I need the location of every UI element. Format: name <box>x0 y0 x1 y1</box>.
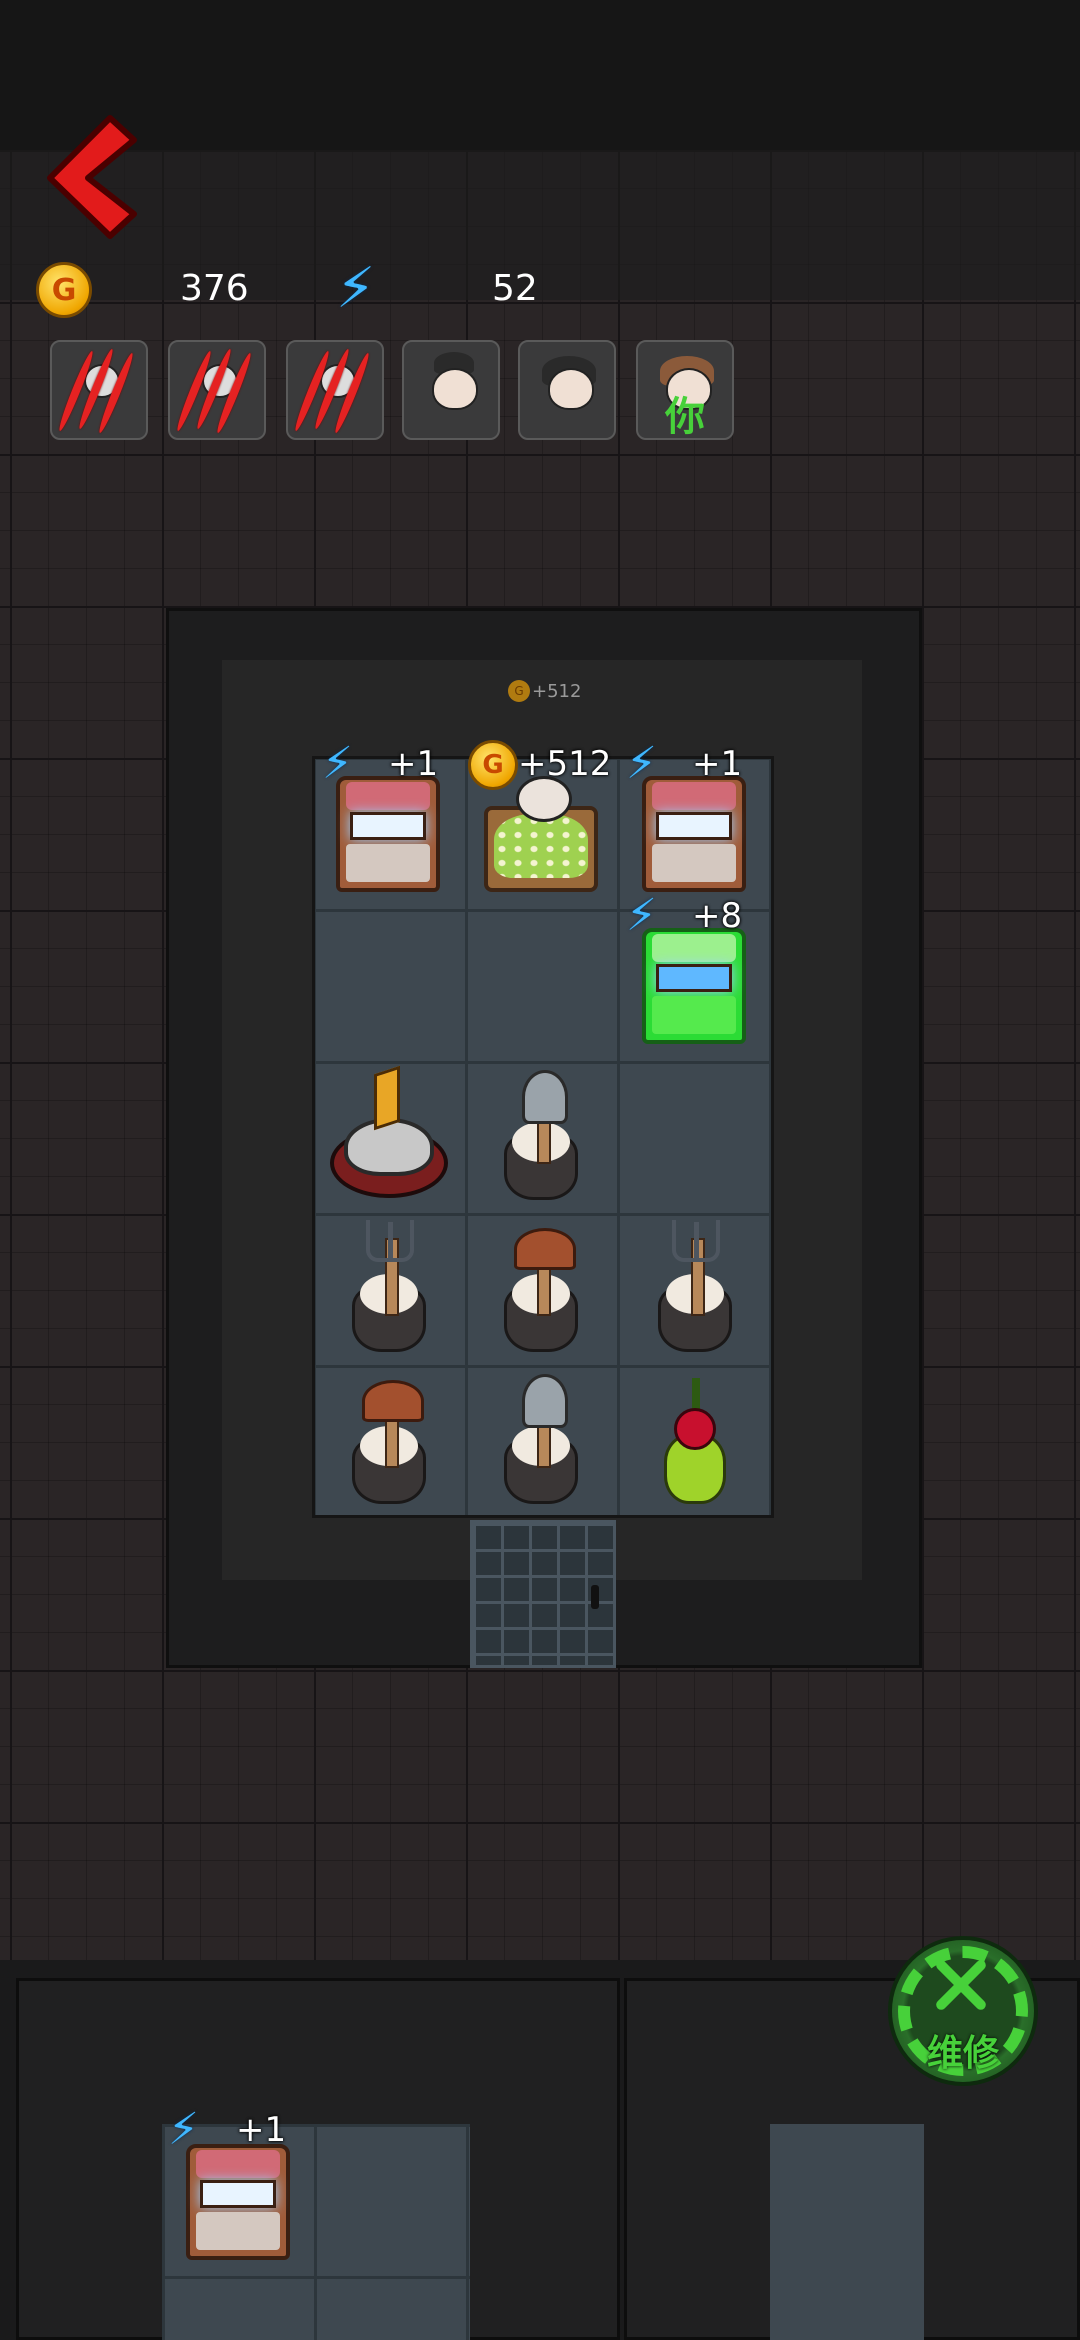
arcade-body <box>642 776 746 892</box>
broom-pot-1[interactable] <box>466 1214 616 1364</box>
door-handle <box>591 1585 599 1609</box>
turret[interactable] <box>314 1062 464 1212</box>
floating-gold-text: +512 <box>532 680 582 702</box>
lightning-icon: ⚡ <box>322 738 353 789</box>
player-avatar-icon <box>548 368 594 410</box>
lower-room-right-floor[interactable] <box>770 2124 924 2340</box>
game-screen: G +512 ⚡ +1 G +512 ⚡ +1 ⚡ +8 ⚡ +1 G 376 … <box>0 0 1080 2340</box>
repair-button[interactable]: 维修 <box>888 1936 1038 2086</box>
enemy-slot-2[interactable] <box>168 340 266 440</box>
hud-backdrop <box>0 150 1080 300</box>
repair-label: 维修 <box>926 2033 999 2074</box>
you-label: 你 <box>665 394 705 440</box>
floating-gold-gain: G +512 <box>508 680 581 702</box>
back-arrow-icon <box>47 115 137 239</box>
shovel-icon <box>522 1374 568 1428</box>
arcade-screen <box>350 812 426 840</box>
pitchfork-pot-1[interactable] <box>314 1214 464 1364</box>
arcade-screen <box>656 812 732 840</box>
broom-pot-2[interactable] <box>314 1366 464 1516</box>
flower-pot[interactable] <box>620 1366 770 1516</box>
lightning-icon: ⚡ <box>626 738 657 789</box>
pitchfork-icon <box>672 1220 720 1262</box>
bed-gold-bonus: +512 <box>518 744 612 784</box>
lightning-icon: ⚡ <box>168 2104 199 2155</box>
gold-coin-icon: G <box>508 680 530 702</box>
energy-amount: 52 <box>492 268 538 309</box>
player-slot-you[interactable]: 你 <box>636 340 734 440</box>
pitchfork-pot-2[interactable] <box>620 1214 770 1364</box>
turret-flag <box>374 1065 400 1131</box>
enemy-slot-1[interactable] <box>50 340 148 440</box>
back-button[interactable] <box>30 110 150 240</box>
arcade-green-bonus: +8 <box>692 896 743 936</box>
arcade-1-bonus: +1 <box>388 744 439 784</box>
arcade-screen <box>656 964 732 992</box>
arcade-screen <box>200 2180 276 2208</box>
lower-arcade-bonus: +1 <box>236 2110 287 2150</box>
player-slot-2[interactable] <box>518 340 616 440</box>
arcade-body <box>186 2144 290 2260</box>
player-slot-1[interactable] <box>402 340 500 440</box>
arcade-body <box>642 928 746 1044</box>
bed-blanket <box>494 814 588 878</box>
lightning-icon: ⚡ <box>626 890 657 941</box>
arcade-2-bonus: +1 <box>692 744 743 784</box>
player-avatar-icon <box>432 368 478 410</box>
lightning-icon: ⚡ <box>336 256 376 321</box>
gold-amount: 376 <box>180 268 249 309</box>
gold-coin-icon: G <box>36 262 92 318</box>
shovel-pot-2[interactable] <box>466 1366 616 1516</box>
enemy-slot-3[interactable] <box>286 340 384 440</box>
shovel-pot[interactable] <box>466 1062 616 1212</box>
room-door[interactable] <box>470 1520 616 1668</box>
broom-icon <box>362 1380 424 1422</box>
shovel-icon <box>522 1070 568 1124</box>
gold-coin-icon: G <box>468 740 518 790</box>
pitchfork-icon <box>366 1220 414 1262</box>
broom-icon <box>514 1228 576 1270</box>
arcade-body <box>336 776 440 892</box>
flower-icon <box>674 1408 716 1450</box>
